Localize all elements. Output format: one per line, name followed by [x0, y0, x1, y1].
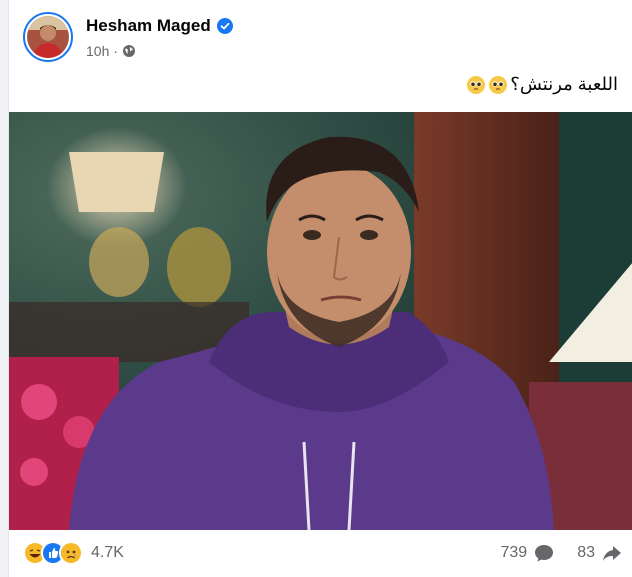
- comment-icon[interactable]: [533, 542, 555, 564]
- post-photo[interactable]: [9, 112, 632, 530]
- author-name[interactable]: Hesham Maged: [86, 16, 211, 36]
- author-avatar[interactable]: [23, 12, 73, 62]
- post-header: Hesham Maged 10h ·: [23, 12, 623, 64]
- reaction-count[interactable]: 4.7K: [91, 544, 124, 562]
- sad-emoji-icon: [59, 541, 83, 565]
- share-count[interactable]: 83: [577, 544, 595, 562]
- share-icon[interactable]: [601, 542, 623, 564]
- post-caption: اللعبة مرنتش؟: [466, 74, 618, 95]
- engagement-bar: 4.7K 739 83: [23, 540, 623, 570]
- post-timestamp[interactable]: 10h: [86, 43, 109, 59]
- author-name-row: Hesham Maged: [86, 16, 233, 36]
- post-card: Hesham Maged 10h · اللعبة مرنتش؟ 4.7K 73…: [8, 0, 632, 577]
- post-meta: 10h ·: [86, 43, 136, 59]
- reaction-summary[interactable]: 4.7K: [23, 541, 124, 565]
- engagement-stats: 739 83: [501, 542, 624, 564]
- pleading-face-icon: [466, 75, 486, 95]
- verified-badge-icon: [216, 18, 233, 34]
- meta-separator: ·: [113, 43, 119, 59]
- pleading-face-icon: [488, 75, 508, 95]
- comment-count[interactable]: 739: [501, 544, 528, 562]
- globe-icon[interactable]: [122, 44, 136, 58]
- caption-text: اللعبة مرنتش؟: [510, 74, 618, 94]
